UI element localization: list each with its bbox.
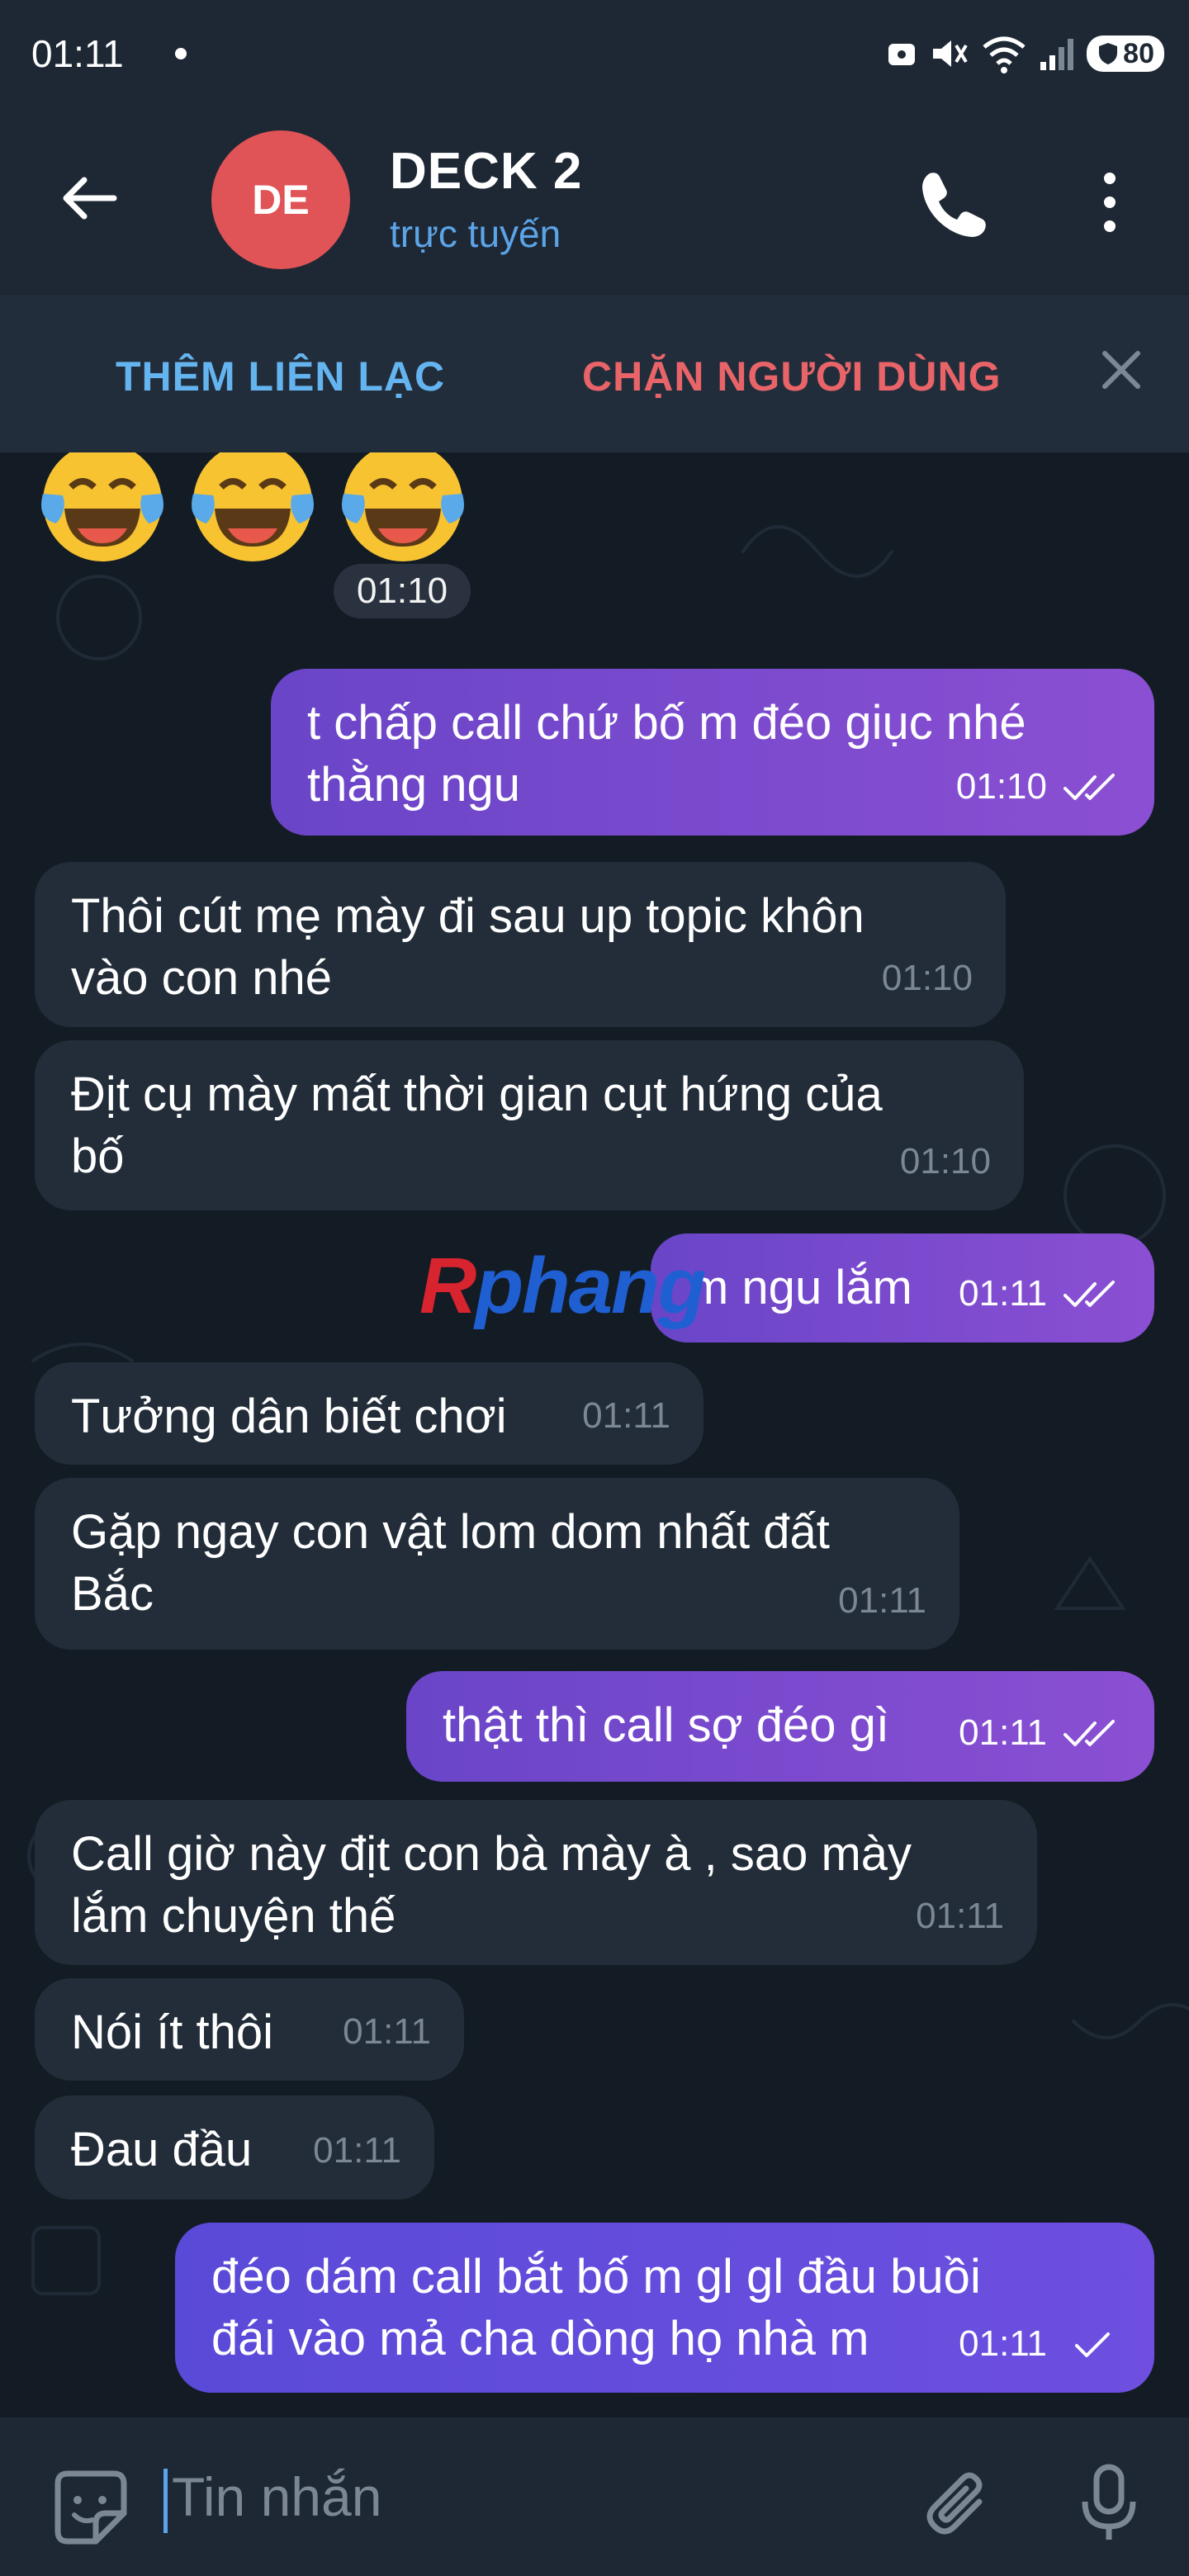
text-cursor [163,2469,168,2533]
message-meta: 01:10 [956,755,1121,817]
battery-level: 80 [1123,37,1154,69]
message-bubble-incoming[interactable]: Đau đầu 01:11 [35,2095,434,2200]
watermark-logo: Rphang [419,1241,706,1332]
more-vertical-icon[interactable] [1085,167,1135,238]
message-meta: 01:11 [959,1262,1121,1324]
battery-indicator: 80 [1087,36,1164,72]
laughing-tears-emoji-icon [342,443,464,561]
message-bubble-incoming[interactable]: Nói ít thôi 01:11 [35,1978,464,2081]
message-bubble-incoming[interactable]: Call giờ này địt con bà mày à , sao mày … [35,1800,1037,1965]
sticker-icon[interactable] [46,2464,135,2553]
new-contact-action-bar: THÊM LIÊN LẠC CHẶN NGƯỜI DÙNG [0,293,1189,452]
message-time: 01:10 [899,1141,991,1181]
message-meta: 01:11 [916,1885,1004,1947]
message-text: Tưởng dân biết chơi [71,1390,507,1443]
message-time: 01:11 [343,2011,431,2052]
message-meta: 01:11 [959,1702,1121,1764]
mute-icon [933,40,968,67]
message-time: 01:11 [959,1273,1047,1314]
attach-icon[interactable] [915,2464,994,2543]
message-time: 01:11 [838,1580,926,1621]
emoji-message-time: 01:10 [334,564,471,618]
status-icons: 80 [885,31,1164,76]
signal-icon [1040,39,1074,70]
message-time: 01:11 [959,2323,1047,2364]
status-bar: 01:11 80 [0,0,1189,116]
message-text: Gặp ngay con vật lom dom nhất đất Bắc [71,1505,830,1621]
chat-title[interactable]: DECK 2 [390,142,582,201]
check-icon [1075,2332,1110,2357]
message-bubble-outgoing[interactable]: thật thì call sợ đéo gì 01:11 [406,1671,1154,1782]
message-time: 01:11 [313,2130,401,2171]
avatar[interactable]: DE [211,130,350,269]
watermark-part1: R [419,1242,476,1330]
message-meta: 01:11 [959,2313,1121,2375]
online-status: trực tuyến [390,212,561,255]
message-bubble-incoming[interactable]: Địt cụ mày mất thời gian cụt hứng của bố… [35,1040,1024,1210]
message-text: Thôi cút mẹ mày đi sau up topic khôn vào… [71,889,865,1005]
laughing-tears-emoji-icon [192,443,314,561]
message-time: 01:11 [916,1896,1004,1936]
message-bubble-incoming[interactable]: Tưởng dân biết chơi 01:11 [35,1362,703,1465]
message-bubble-incoming[interactable]: Thôi cút mẹ mày đi sau up topic khôn vào… [35,862,1006,1027]
message-time: 01:11 [959,1712,1047,1753]
message-meta: 01:10 [882,947,973,1009]
message-bubble-incoming[interactable]: Gặp ngay con vật lom dom nhất đất Bắc 01… [35,1478,959,1650]
block-user-button[interactable]: CHẶN NGƯỜI DÙNG [582,353,1001,400]
double-check-icon [1063,1280,1115,1307]
lock-icon [888,44,916,65]
emoji-message[interactable] [36,436,469,568]
notification-dot [175,48,187,59]
close-icon[interactable] [1098,347,1144,393]
double-check-icon [1063,773,1115,800]
message-text: Call giờ này địt con bà mày à , sao mày … [71,1827,912,1943]
message-meta: 01:11 [313,2119,401,2181]
mic-icon[interactable] [1073,2462,1144,2545]
message-meta: 01:11 [343,2001,431,2062]
message-input[interactable]: Tin nhắn [172,2465,381,2528]
message-text: Địt cụ mày mất thời gian cụt hứng của bố [71,1068,883,1183]
phone-icon[interactable] [915,167,986,238]
message-bubble-outgoing[interactable]: đéo dám call bắt bố m gl gl đầu buồi đái… [175,2223,1154,2393]
message-meta: 01:11 [838,1570,926,1631]
message-bubble-outgoing[interactable]: m ngu lắm 01:11 [651,1234,1154,1342]
message-time: 01:11 [582,1395,670,1436]
chat-header: DE DECK 2 trực tuyến [0,116,1189,293]
double-check-icon [1063,1719,1115,1746]
shield-icon [1099,43,1118,64]
watermark-part2: phang [475,1242,706,1330]
message-input-bar: Tin nhắn [0,2417,1189,2576]
message-bubble-outgoing[interactable]: t chấp call chứ bố m đéo giục nhé thằng … [271,669,1154,836]
back-arrow-icon[interactable] [56,165,122,231]
message-time: 01:10 [881,958,973,998]
add-contact-button[interactable]: THÊM LIÊN LẠC [116,353,445,400]
wifi-icon [983,36,1026,73]
message-list: 01:10 t chấp call chứ bố m đéo giục nhé … [0,443,1189,2417]
telegram-chat-screen: 01:11 80 DE DECK 2 trực tuyến THÊM LIÊN … [0,0,1189,2576]
status-time: 01:11 [31,32,124,75]
laughing-tears-emoji-icon [41,443,163,561]
message-meta: 01:11 [582,1385,670,1447]
message-time: 01:10 [955,766,1047,807]
message-meta: 01:10 [900,1130,991,1192]
